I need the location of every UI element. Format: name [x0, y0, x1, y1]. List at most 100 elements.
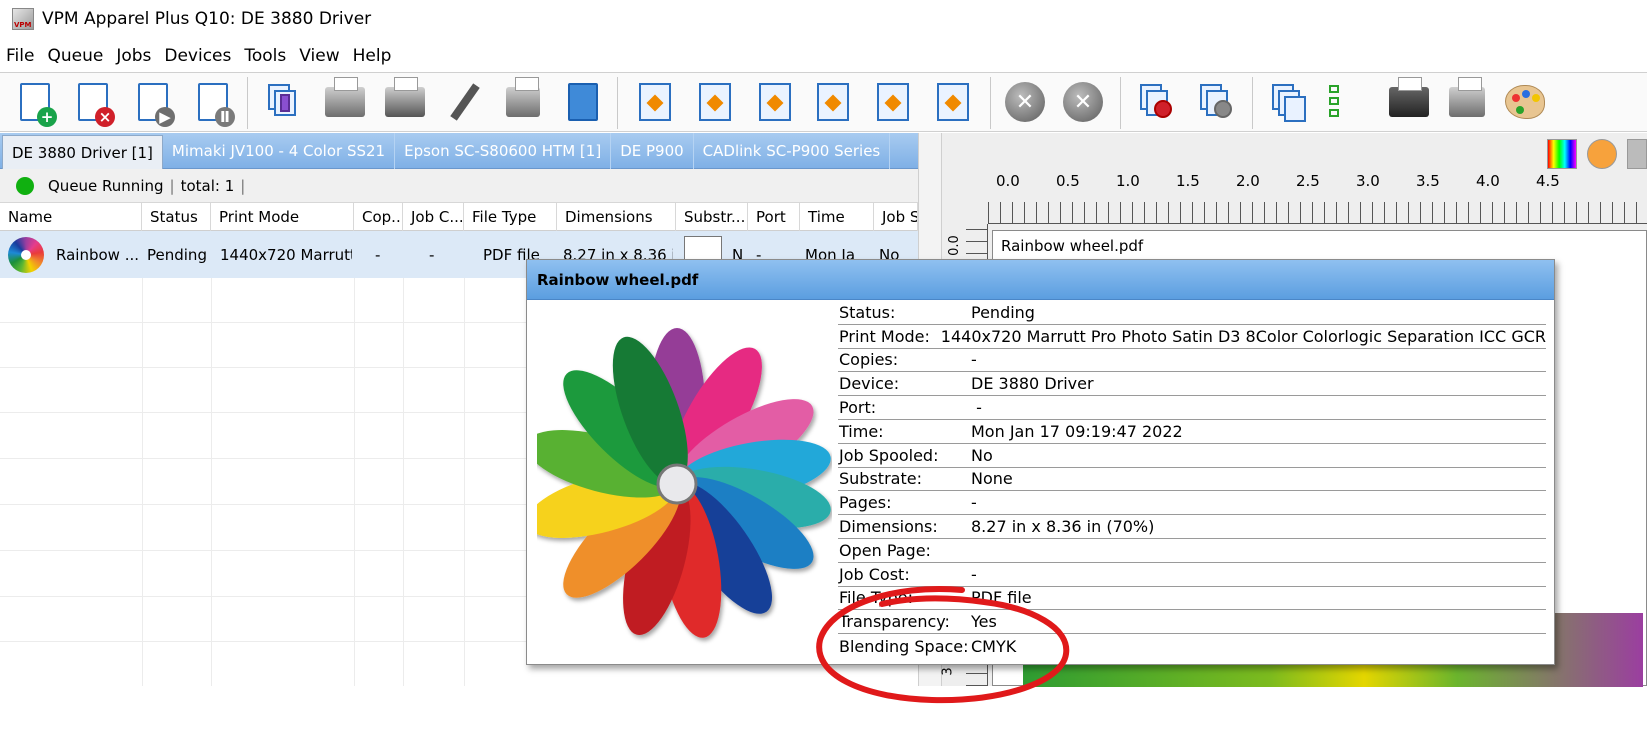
queue-status-bar: Queue Running | total: 1 |: [0, 169, 918, 203]
tab-epson-sc-s80600[interactable]: Epson SC-S80600 HTM [1]: [395, 133, 612, 169]
prop-status: Status: Pending: [838, 301, 1546, 325]
fit-middle-icon[interactable]: [752, 79, 798, 125]
menu-jobs[interactable]: Jobs: [114, 46, 159, 66]
cancel-gray-icon[interactable]: ✕: [1002, 79, 1048, 125]
job-preview-image: [525, 304, 832, 659]
preview-option-icon[interactable]: [1627, 139, 1647, 169]
palette-icon[interactable]: [1502, 79, 1548, 125]
prop-time: Time: Mon Jan 17 09:19:47 2022: [838, 420, 1546, 444]
cutter-icon[interactable]: [500, 77, 546, 125]
menu-devices[interactable]: Devices: [162, 46, 239, 66]
rainbow-wheel-image: [525, 328, 831, 638]
fit-vertical-icon[interactable]: [810, 79, 856, 125]
column-file-type[interactable]: File Type: [464, 203, 557, 231]
prop-copies: Copies: -: [838, 349, 1546, 373]
tab-cadlink-sc-p900[interactable]: CADlink SC-P900 Series: [694, 133, 891, 169]
stop-queue-icon[interactable]: [1134, 79, 1180, 125]
column-name[interactable]: Name: [0, 203, 142, 231]
menu-bar: File Queue Jobs Devices Tools View Help: [0, 40, 402, 72]
tab-mimaki-jv100[interactable]: Mimaki JV100 - 4 Color SS21: [163, 133, 396, 169]
pause-job-icon[interactable]: Ⅱ: [190, 79, 236, 127]
toolbar: + × ▶ Ⅱ ✕ ✕: [0, 72, 1647, 132]
checklist-icon[interactable]: [1324, 79, 1370, 125]
menu-view[interactable]: View: [297, 46, 347, 66]
ruler-label: 1.5: [1176, 172, 1200, 190]
prop-transparency: Transparency: Yes: [838, 610, 1546, 635]
calculator-icon[interactable]: [1386, 77, 1432, 125]
spool-icon[interactable]: [262, 79, 308, 125]
fit-left-icon[interactable]: [692, 79, 738, 125]
column-job-cost[interactable]: Job C...: [403, 203, 464, 231]
ruler-label: 4.5: [1536, 172, 1560, 190]
ruler-label: 2.5: [1296, 172, 1320, 190]
ruler-label: 1.0: [1116, 172, 1140, 190]
ruler-label: 0.0: [946, 235, 962, 256]
menu-queue[interactable]: Queue: [45, 46, 111, 66]
column-job-spooled[interactable]: Job S: [874, 203, 918, 231]
popup-title: Rainbow wheel.pdf: [527, 260, 1554, 300]
ruler-label: 4.0: [1476, 172, 1500, 190]
tab-de-p900[interactable]: DE P900: [611, 133, 694, 169]
column-substrate[interactable]: Substr...: [676, 203, 748, 231]
ruler-label: 3.5: [1416, 172, 1440, 190]
column-port[interactable]: Port: [748, 203, 800, 231]
job-cost-icon[interactable]: [1444, 77, 1490, 125]
prop-open-page: Open Page:: [838, 539, 1546, 563]
color-spectrum-icon[interactable]: [1547, 139, 1577, 169]
queue-status-icon: [16, 176, 34, 195]
print-icon[interactable]: [322, 77, 368, 125]
menu-help[interactable]: Help: [351, 46, 400, 66]
job-list-icon[interactable]: [1266, 79, 1312, 125]
ruler-label: 2.0: [1236, 172, 1260, 190]
ruler-label: 0.5: [1056, 172, 1080, 190]
fit-both-icon[interactable]: [870, 79, 916, 125]
status-divider: |: [169, 176, 175, 195]
tab-de-3880-driver[interactable]: DE 3880 Driver [1]: [2, 135, 163, 170]
queue-status-text: Queue Running: [48, 176, 164, 195]
cell-job-cost: -: [429, 245, 435, 264]
queue-total: total: 1: [180, 176, 235, 195]
save-icon[interactable]: [560, 79, 606, 125]
cancel-icon[interactable]: ✕: [1060, 79, 1106, 125]
ruler-label: 0.0: [996, 172, 1020, 190]
prop-substrate: Substrate: None: [838, 468, 1546, 492]
column-time[interactable]: Time: [800, 203, 874, 231]
resume-queue-icon[interactable]: [1194, 79, 1240, 125]
column-print-mode[interactable]: Print Mode: [211, 203, 354, 231]
prop-port: Port: -: [838, 396, 1546, 420]
print-color-icon[interactable]: [382, 77, 428, 125]
prop-job-spooled: Job Spooled: No: [838, 444, 1546, 468]
column-copies[interactable]: Cop...: [354, 203, 403, 231]
menu-file[interactable]: File: [4, 46, 42, 66]
job-info-popup: Rainbow wheel.pdf Status: Pending Print …: [525, 259, 1555, 665]
prop-dimensions: Dimensions: 8.27 in x 8.36 in (70%): [838, 515, 1546, 539]
cell-status: Pending: [147, 245, 207, 264]
pen-icon[interactable]: [442, 79, 488, 125]
status-divider: |: [240, 176, 246, 195]
ruler-label: 3.0: [1356, 172, 1380, 190]
ruler-label: 3: [940, 667, 956, 676]
document-title: Rainbow wheel.pdf: [1001, 237, 1144, 255]
prop-device: Device: DE 3880 Driver: [838, 372, 1546, 397]
window-title: VPM Apparel Plus Q10: DE 3880 Driver: [42, 9, 372, 29]
column-status[interactable]: Status: [142, 203, 211, 231]
title-bar: VPM VPM Apparel Plus Q10: DE 3880 Driver: [0, 0, 1647, 38]
proof-eye-icon[interactable]: [1587, 139, 1617, 169]
fit-center-icon[interactable]: [632, 79, 678, 125]
rainbow-wheel-icon: [8, 236, 44, 273]
prop-print-mode: Print Mode: 1440x720 Marrutt Pro Photo Sa…: [838, 325, 1546, 349]
job-thumbnail: [8, 231, 48, 278]
job-table-header: Name Status Print Mode Cop... Job C... F…: [0, 203, 918, 231]
add-job-icon[interactable]: +: [12, 79, 58, 127]
app-logo-icon: VPM: [12, 8, 34, 30]
prop-file-type: File Type: PDF file: [838, 587, 1546, 611]
remove-job-icon[interactable]: ×: [70, 79, 116, 127]
column-dimensions[interactable]: Dimensions: [557, 203, 676, 231]
horizontal-ruler: 0.0 0.5 1.0 1.5 2.0 2.5 3.0 3.5 4.0 4.5: [988, 172, 1647, 224]
menu-tools[interactable]: Tools: [242, 46, 294, 66]
play-job-icon[interactable]: ▶: [130, 79, 176, 127]
cell-name: Rainbow ...: [56, 245, 139, 264]
fit-top-icon[interactable]: [930, 79, 976, 125]
prop-job-cost: Job Cost: -: [838, 563, 1546, 587]
cell-print-mode: 1440x720 Marrutt...: [220, 245, 352, 264]
